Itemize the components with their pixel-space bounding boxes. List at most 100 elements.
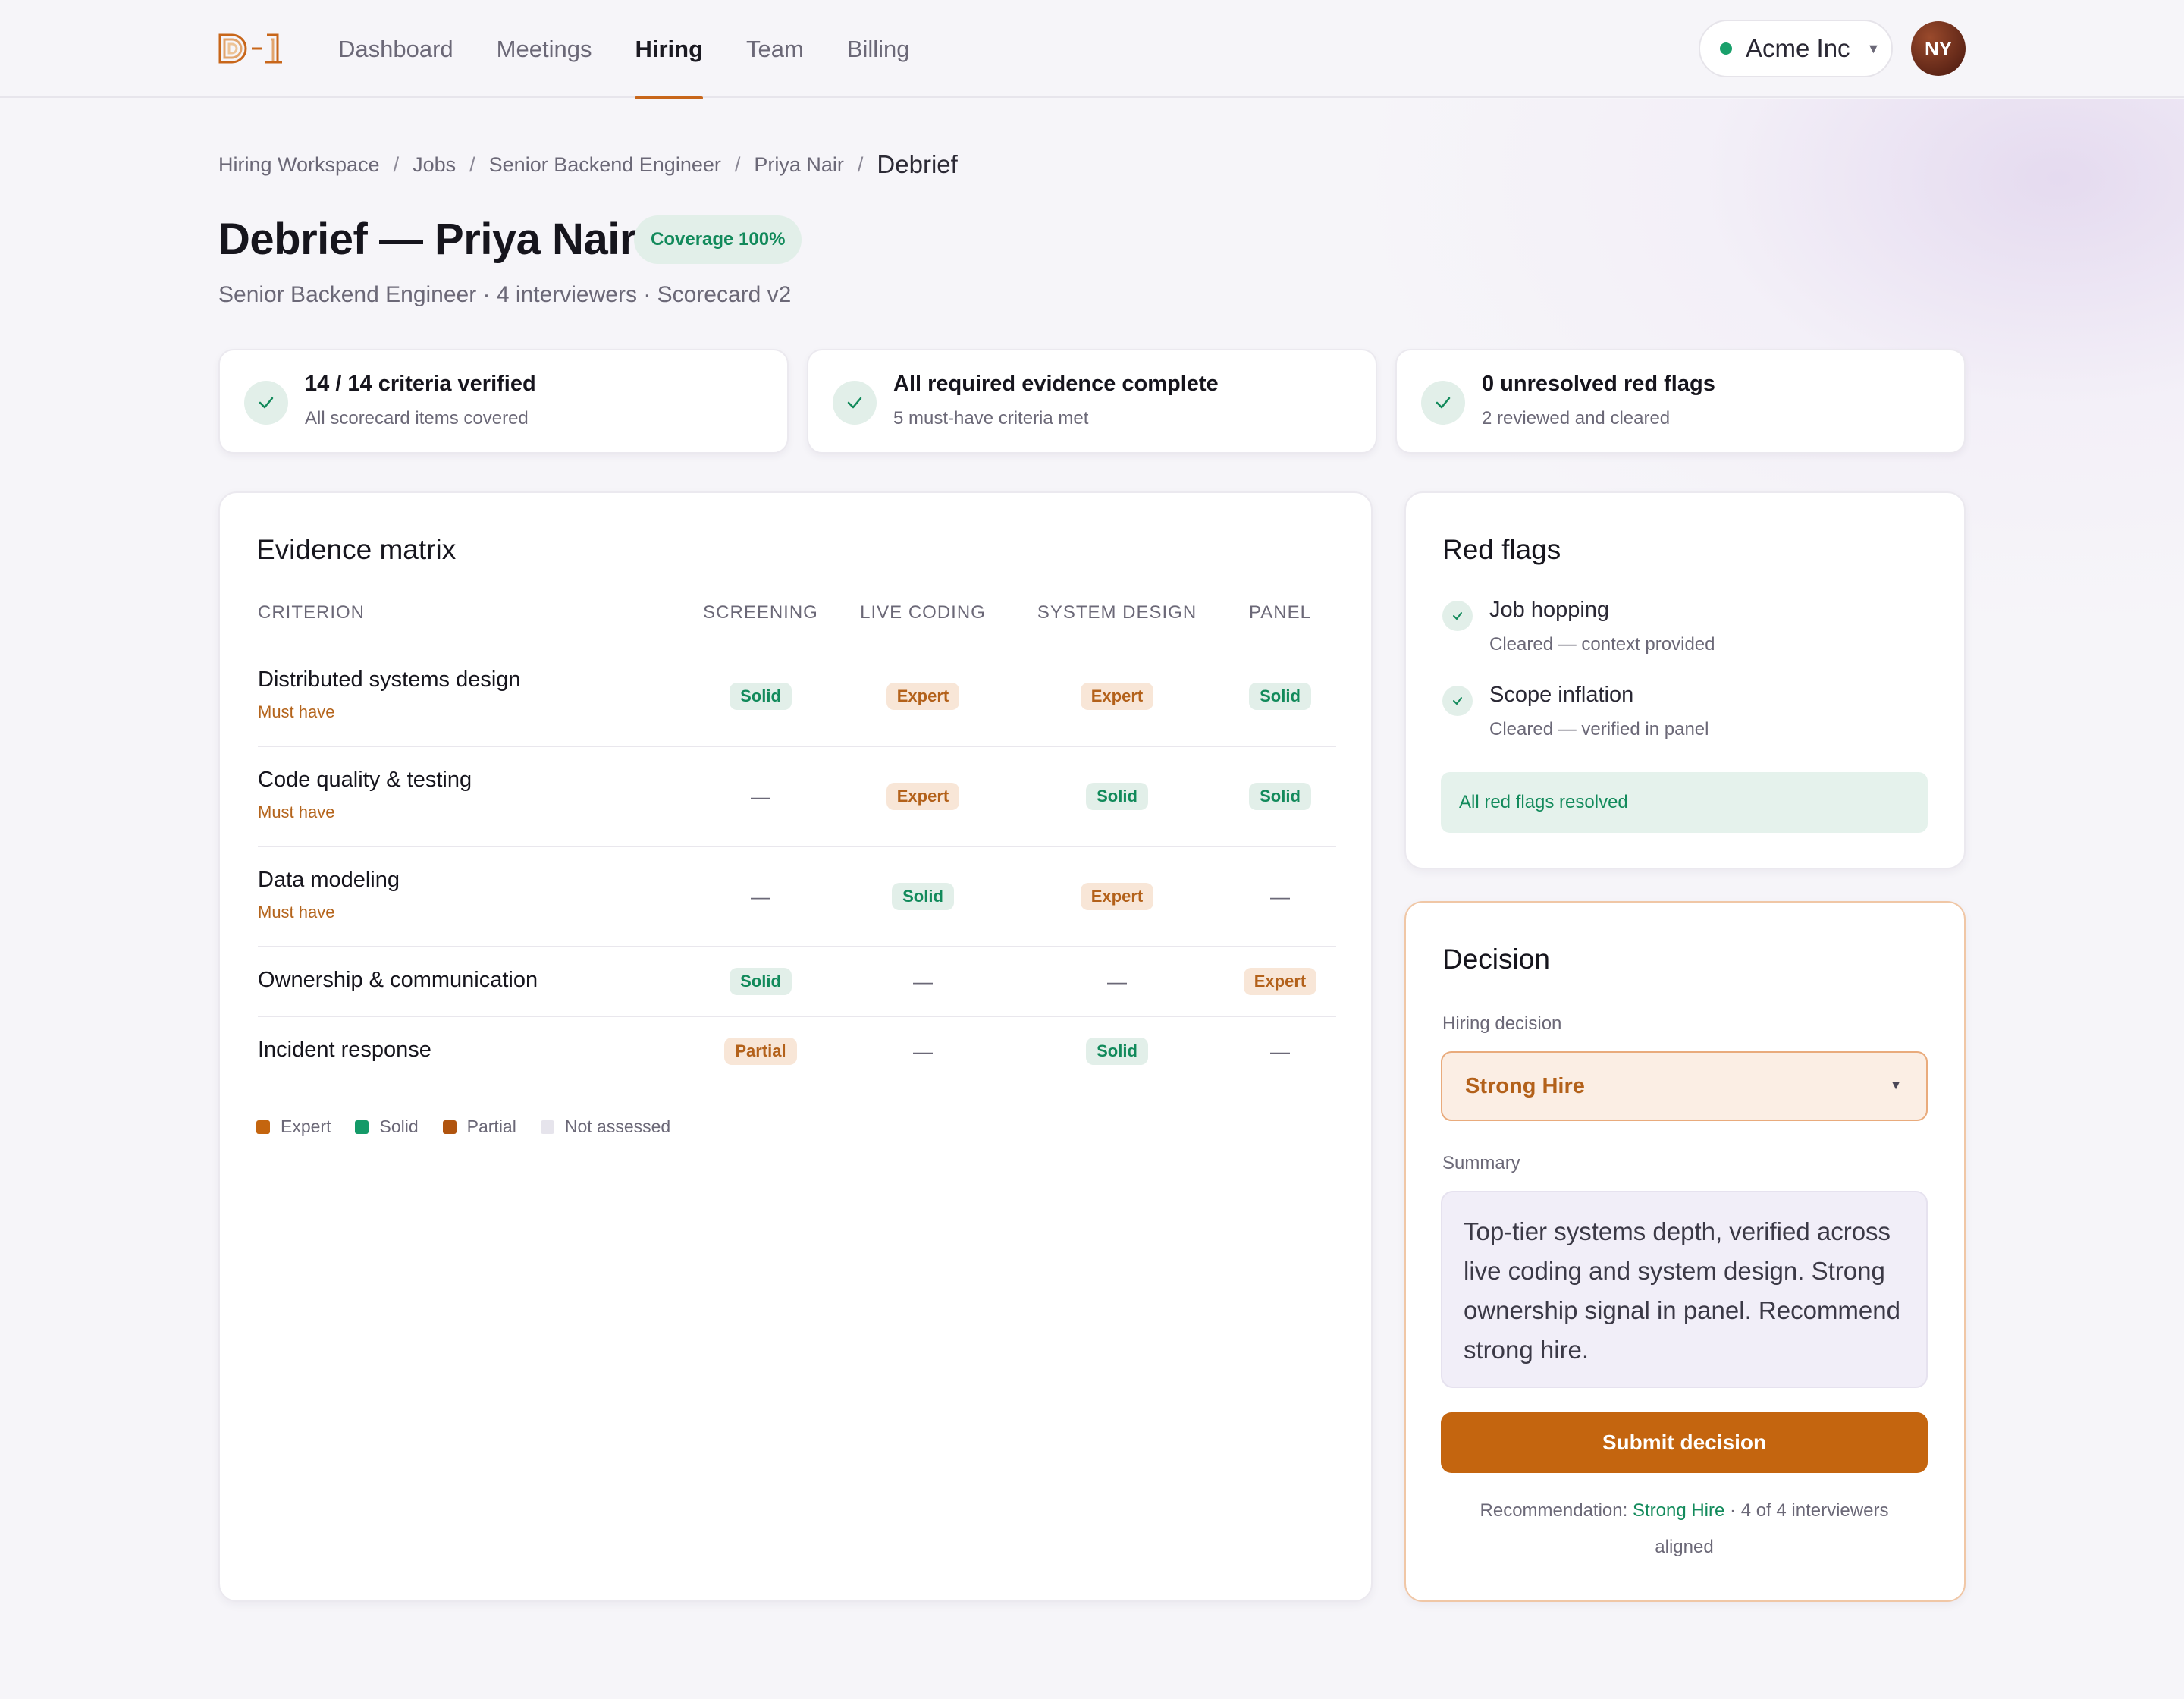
matrix-cell-system-design: Expert: [1056, 881, 1178, 912]
breadcrumb-jobs[interactable]: Jobs: [413, 153, 456, 177]
user-avatar[interactable]: NY: [1911, 21, 1966, 76]
column-header-system-design: SYSTEM DESIGN: [1037, 602, 1197, 623]
nav-dashboard[interactable]: Dashboard: [338, 0, 453, 98]
red-flag-title: Job hopping: [1489, 598, 1610, 622]
page-subtitle: Senior Backend Engineer · 4 interviewers…: [218, 282, 792, 307]
summary-label: Summary: [1442, 1153, 1520, 1173]
criterion-name: Code quality & testing: [258, 768, 472, 792]
check-icon: [833, 381, 877, 425]
hiring-decision-select[interactable]: Strong Hire ▼: [1441, 1051, 1928, 1121]
red-flags-resolved-banner: All red flags resolved: [1441, 772, 1928, 833]
evidence-matrix-title: Evidence matrix: [256, 534, 457, 565]
column-header-panel: PANEL: [1249, 602, 1311, 623]
matrix-cell-screening: Partial: [700, 1036, 821, 1066]
not-assessed-dash: —: [751, 784, 770, 808]
rating-pill-solid: Solid: [1249, 783, 1311, 810]
stat-card-evidence: All required evidence complete 5 must-ha…: [807, 349, 1377, 454]
breadcrumb-separator: /: [393, 152, 400, 176]
stat-subtitle: All scorecard items covered: [305, 408, 529, 429]
red-flag-status: Cleared — verified in panel: [1489, 719, 1709, 740]
legend-label: Not assessed: [564, 1116, 671, 1136]
criterion-name: Distributed systems design: [258, 667, 521, 692]
nav-hiring[interactable]: Hiring: [635, 0, 703, 99]
column-header-live-coding: LIVE CODING: [860, 602, 986, 623]
hiring-decision-value: Strong Hire: [1465, 1073, 1585, 1098]
row-divider: [258, 746, 1336, 747]
column-header-screening: SCREENING: [703, 602, 818, 623]
rating-pill-solid: Solid: [730, 683, 792, 710]
row-divider: [258, 1016, 1336, 1017]
matrix-cell-live-coding: Solid: [862, 881, 984, 912]
decision-title: Decision: [1442, 944, 1550, 975]
nav-team[interactable]: Team: [746, 0, 804, 98]
stat-title: 14 / 14 criteria verified: [305, 372, 536, 396]
red-flag-title: Scope inflation: [1489, 683, 1634, 707]
stat-card-red-flags: 0 unresolved red flags 2 reviewed and cl…: [1395, 349, 1966, 454]
chevron-down-icon: ▼: [1866, 40, 1881, 56]
matrix-cell-screening: —: [700, 881, 821, 912]
matrix-cell-panel: Expert: [1219, 966, 1341, 997]
criterion-name: Ownership & communication: [258, 968, 538, 992]
chevron-down-icon: ▼: [1890, 1079, 1902, 1092]
stat-title: 0 unresolved red flags: [1482, 372, 1715, 396]
not-assessed-dash: —: [913, 1039, 933, 1063]
matrix-cell-system-design: Solid: [1056, 781, 1178, 812]
matrix-cell-panel: —: [1219, 881, 1341, 912]
rating-pill-expert: Expert: [1080, 683, 1154, 710]
matrix-cell-live-coding: —: [862, 1036, 984, 1066]
recommendation-value: Strong Hire: [1632, 1500, 1725, 1521]
recommendation-prefix: Recommendation:: [1480, 1500, 1633, 1521]
rating-pill-solid: Solid: [1086, 783, 1148, 810]
matrix-cell-screening: Solid: [700, 966, 821, 997]
criterion-name: Incident response: [258, 1038, 431, 1062]
stat-subtitle: 5 must-have criteria met: [893, 408, 1089, 429]
check-icon: [1442, 601, 1473, 631]
legend-swatch: [442, 1120, 457, 1134]
top-navigation: Dashboard Meetings Hiring Team Billing A…: [0, 0, 2184, 99]
check-icon: [244, 381, 288, 425]
breadcrumb-candidate[interactable]: Priya Nair: [754, 153, 844, 177]
criterion-priority: Must have: [258, 903, 335, 922]
criterion-priority: Must have: [258, 702, 335, 721]
matrix-cell-live-coding: —: [862, 966, 984, 997]
org-switcher[interactable]: Acme Inc ▼: [1699, 20, 1893, 77]
criterion-name: Data modeling: [258, 868, 400, 892]
check-icon: [1421, 381, 1465, 425]
breadcrumb-hiring-workspace[interactable]: Hiring Workspace: [218, 153, 380, 177]
summary-textarea[interactable]: Top-tier systems depth, verified across …: [1441, 1191, 1928, 1388]
matrix-cell-panel: —: [1219, 1036, 1341, 1066]
stat-subtitle: 2 reviewed and cleared: [1482, 408, 1671, 429]
legend-swatch: [540, 1120, 554, 1134]
rating-pill-solid: Solid: [1086, 1038, 1148, 1065]
stat-card-criteria: 14 / 14 criteria verified All scorecard …: [218, 349, 789, 454]
rating-pill-expert: Expert: [1080, 883, 1154, 910]
nav-billing[interactable]: Billing: [847, 0, 910, 98]
not-assessed-dash: —: [913, 969, 933, 993]
breadcrumb-current: Debrief: [877, 150, 958, 178]
red-flags-title: Red flags: [1442, 534, 1561, 565]
nav-links: Dashboard Meetings Hiring Team Billing: [338, 0, 953, 99]
check-icon: [1442, 686, 1473, 716]
legend-label: Expert: [281, 1116, 331, 1136]
stat-title: All required evidence complete: [893, 372, 1219, 396]
row-divider: [258, 846, 1336, 847]
matrix-cell-system-design: Expert: [1056, 681, 1178, 711]
not-assessed-dash: —: [1107, 969, 1127, 993]
submit-decision-button[interactable]: Submit decision: [1441, 1412, 1928, 1473]
rating-pill-solid: Solid: [892, 883, 954, 910]
matrix-cell-live-coding: Expert: [862, 781, 984, 812]
rating-pill-expert: Expert: [886, 683, 960, 710]
legend-item: Solid: [355, 1116, 419, 1137]
nav-meetings[interactable]: Meetings: [497, 0, 592, 98]
legend-label: Partial: [466, 1116, 516, 1136]
breadcrumb-job[interactable]: Senior Backend Engineer: [489, 153, 721, 177]
matrix-cell-screening: —: [700, 781, 821, 812]
matrix-cell-screening: Solid: [700, 681, 821, 711]
rating-pill-expert: Expert: [886, 783, 960, 810]
page-title: Debrief — Priya Nair: [218, 215, 636, 264]
d1-logo-icon[interactable]: [218, 33, 284, 64]
legend-label: Solid: [379, 1116, 419, 1136]
legend-item: Partial: [442, 1116, 516, 1137]
hiring-decision-label: Hiring decision: [1442, 1013, 1562, 1034]
legend-item: Not assessed: [540, 1116, 671, 1137]
